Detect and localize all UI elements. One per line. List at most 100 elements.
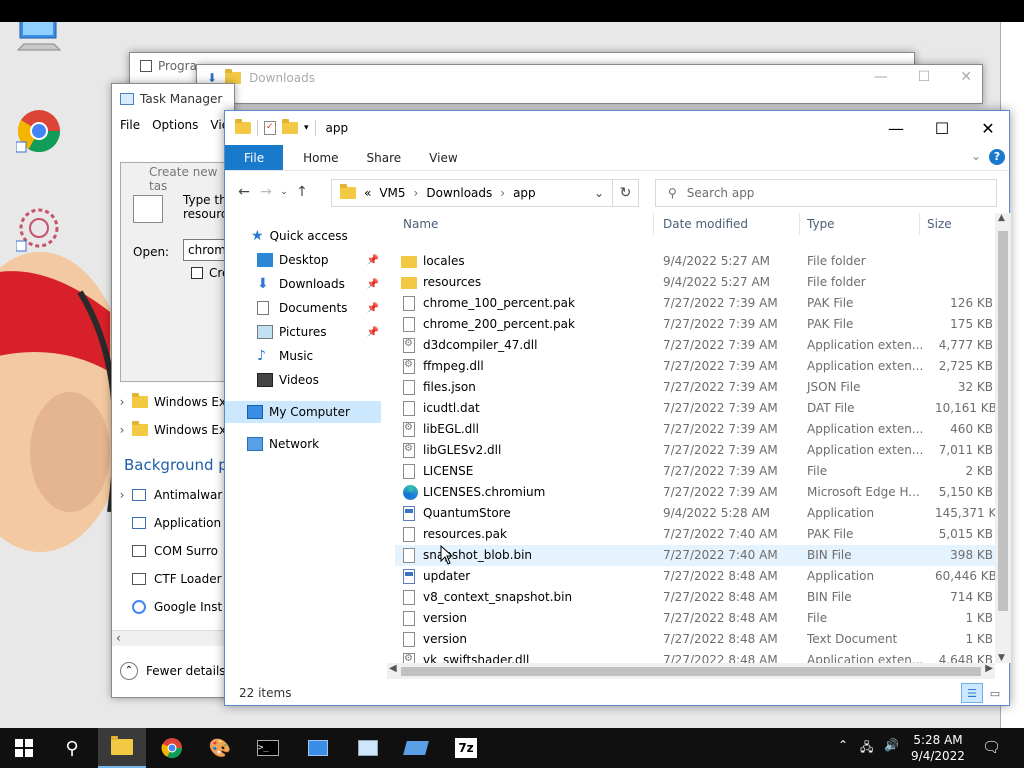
- nav-videos[interactable]: Videos: [257, 369, 413, 391]
- file-explorer-window[interactable]: ✓ ▾ app — ☐ ✕ File Home Share View ⌄ ? ←…: [224, 110, 1011, 706]
- nav-quick-access[interactable]: ★ Quick access: [251, 225, 407, 247]
- taskbar-7zip[interactable]: 7z: [442, 728, 490, 768]
- properties-icon[interactable]: ✓: [264, 121, 276, 135]
- help-icon[interactable]: ?: [989, 149, 1005, 165]
- notifications-icon[interactable]: 🗨: [982, 738, 1001, 756]
- file-row[interactable]: files.json 7/27/2022 7:39 AM JSON File 32 K…: [395, 377, 995, 398]
- maximize-button[interactable]: ☐: [919, 111, 965, 145]
- file-row[interactable]: version 7/27/2022 8:48 AM Text Document 1 K…: [395, 629, 995, 650]
- pin-icon[interactable]: 📌: [367, 303, 379, 314]
- file-row[interactable]: updater 7/27/2022 8:48 AM Application 60,44…: [395, 566, 995, 587]
- file-row[interactable]: locales 9/4/2022 5:27 AM File folder: [395, 251, 995, 272]
- task-manager-hscroll[interactable]: ‹: [112, 630, 234, 646]
- app-desktop-icon[interactable]: [16, 207, 62, 253]
- nav-downloads[interactable]: ⬇ Downloads 📌: [257, 273, 413, 295]
- file-row[interactable]: chrome_100_percent.pak 7/27/2022 7:39 AM P…: [395, 293, 995, 314]
- address-dropdown-icon[interactable]: ⌄: [594, 186, 604, 200]
- breadcrumb-vm5[interactable]: VM5: [379, 186, 405, 200]
- taskbar-run[interactable]: [392, 728, 440, 768]
- close-icon[interactable]: ✕: [960, 69, 972, 85]
- downloads-window[interactable]: ⬇ Downloads — ☐ ✕: [196, 64, 983, 104]
- scroll-left-icon[interactable]: ‹: [116, 631, 121, 645]
- column-name[interactable]: Name: [403, 217, 438, 231]
- process-row[interactable]: Application: [112, 512, 234, 534]
- taskbar-cmd[interactable]: >_: [244, 728, 292, 768]
- large-icons-view-icon[interactable]: ▭: [987, 683, 1003, 703]
- column-divider[interactable]: [799, 213, 800, 235]
- column-type[interactable]: Type: [807, 217, 835, 231]
- computer-icon[interactable]: [14, 22, 64, 52]
- pin-icon[interactable]: 📌: [367, 327, 379, 338]
- breadcrumb-downloads[interactable]: Downloads: [426, 186, 492, 200]
- close-button[interactable]: ✕: [965, 111, 1011, 145]
- expand-chevron-icon[interactable]: ›: [112, 395, 132, 409]
- taskbar-file-explorer[interactable]: [98, 728, 146, 768]
- search-input[interactable]: ⚲ Search app: [655, 179, 997, 207]
- vertical-scrollbar[interactable]: ▲ ▼: [995, 213, 1011, 663]
- chrome-desktop-icon[interactable]: [16, 108, 62, 154]
- file-row[interactable]: v8_context_snapshot.bin 7/27/2022 8:48 AM…: [395, 587, 995, 608]
- file-row[interactable]: resources 9/4/2022 5:27 AM File folder: [395, 272, 995, 293]
- file-row[interactable]: resources.pak 7/27/2022 7:40 AM PAK File 5,…: [395, 524, 995, 545]
- column-size[interactable]: Size: [927, 217, 952, 231]
- breadcrumb-app[interactable]: app: [513, 186, 536, 200]
- tab-view[interactable]: View: [415, 145, 471, 170]
- minimize-icon[interactable]: —: [874, 69, 888, 85]
- expand-chevron-icon[interactable]: ›: [112, 488, 132, 502]
- scrollbar-thumb[interactable]: [401, 667, 981, 676]
- pin-icon[interactable]: 📌: [367, 255, 379, 266]
- file-row[interactable]: ffmpeg.dll 7/27/2022 7:39 AM Application e…: [395, 356, 995, 377]
- create-admin-checkbox[interactable]: [191, 267, 203, 279]
- file-row[interactable]: d3dcompiler_47.dll 7/27/2022 7:39 AM Appli…: [395, 335, 995, 356]
- menu-options[interactable]: Options: [152, 118, 198, 132]
- scroll-left-icon[interactable]: ◀: [389, 663, 397, 674]
- nav-network[interactable]: Network: [247, 433, 403, 455]
- taskbar-paint[interactable]: 🎨: [196, 728, 244, 768]
- taskbar-app[interactable]: [294, 728, 342, 768]
- system-clock[interactable]: 5:28 AM 9/4/2022: [904, 732, 972, 764]
- file-row[interactable]: chrome_200_percent.pak 7/27/2022 7:39 AM P…: [395, 314, 995, 335]
- tab-home[interactable]: Home: [283, 145, 352, 170]
- ribbon-expand-icon[interactable]: ⌄: [971, 149, 981, 163]
- app-row[interactable]: › Windows Ex: [112, 419, 234, 441]
- scrollbar-thumb[interactable]: [998, 231, 1008, 611]
- file-row[interactable]: LICENSE 7/27/2022 7:39 AM File 2 KB: [395, 461, 995, 482]
- tab-file[interactable]: File: [225, 145, 284, 170]
- menu-file[interactable]: File: [120, 118, 140, 132]
- column-divider[interactable]: [919, 213, 920, 235]
- address-bar[interactable]: « VM5 › Downloads › app ⌄: [331, 179, 613, 207]
- pin-icon[interactable]: 📌: [367, 279, 379, 290]
- file-row[interactable]: QuantumStore 9/4/2022 5:28 AM Application 1…: [395, 503, 995, 524]
- back-arrow-icon[interactable]: ←: [233, 184, 255, 200]
- process-row[interactable]: Google Inst: [112, 596, 234, 618]
- process-row[interactable]: CTF Loader: [112, 568, 234, 590]
- file-row[interactable]: vk_swiftshader.dll 7/27/2022 8:48 AM Appli…: [395, 650, 995, 663]
- scroll-up-icon[interactable]: ▲: [998, 213, 1005, 223]
- nav-music[interactable]: ♪ Music: [257, 345, 413, 367]
- file-row[interactable]: libEGL.dll 7/27/2022 7:39 AM Application e…: [395, 419, 995, 440]
- refresh-button[interactable]: ↻: [613, 179, 639, 207]
- forward-arrow-icon[interactable]: →: [255, 184, 277, 200]
- maximize-icon[interactable]: ☐: [918, 69, 931, 85]
- qa-dropdown-icon[interactable]: ▾: [304, 123, 309, 133]
- volume-icon[interactable]: 🔊: [884, 738, 899, 752]
- show-hidden-icons[interactable]: ⌃: [838, 738, 848, 752]
- column-divider[interactable]: [653, 213, 654, 235]
- file-row[interactable]: snapshot_blob.bin 7/27/2022 7:40 AM BIN Fi…: [395, 545, 995, 566]
- task-manager-window[interactable]: Task Manager File Options Vie Create new…: [111, 83, 235, 698]
- column-date[interactable]: Date modified: [663, 217, 748, 231]
- taskbar-chrome[interactable]: [148, 728, 196, 768]
- search-button[interactable]: ⚲: [48, 728, 96, 768]
- taskbar-task-manager[interactable]: [344, 728, 392, 768]
- scroll-down-icon[interactable]: ▼: [998, 653, 1005, 663]
- scroll-right-icon[interactable]: ▶: [985, 663, 993, 674]
- file-row[interactable]: LICENSES.chromium 7/27/2022 7:39 AM Micros…: [395, 482, 995, 503]
- horizontal-scrollbar[interactable]: ◀ ▶: [387, 663, 995, 679]
- file-row[interactable]: libGLESv2.dll 7/27/2022 7:39 AM Applicatio…: [395, 440, 995, 461]
- network-tray-icon[interactable]: 🖧: [860, 738, 873, 759]
- process-row[interactable]: COM Surro: [112, 540, 234, 562]
- breadcrumb-overflow[interactable]: «: [364, 186, 371, 200]
- start-button[interactable]: [0, 728, 48, 768]
- nav-my-computer[interactable]: My Computer: [225, 401, 381, 423]
- up-arrow-icon[interactable]: ↑: [291, 184, 313, 200]
